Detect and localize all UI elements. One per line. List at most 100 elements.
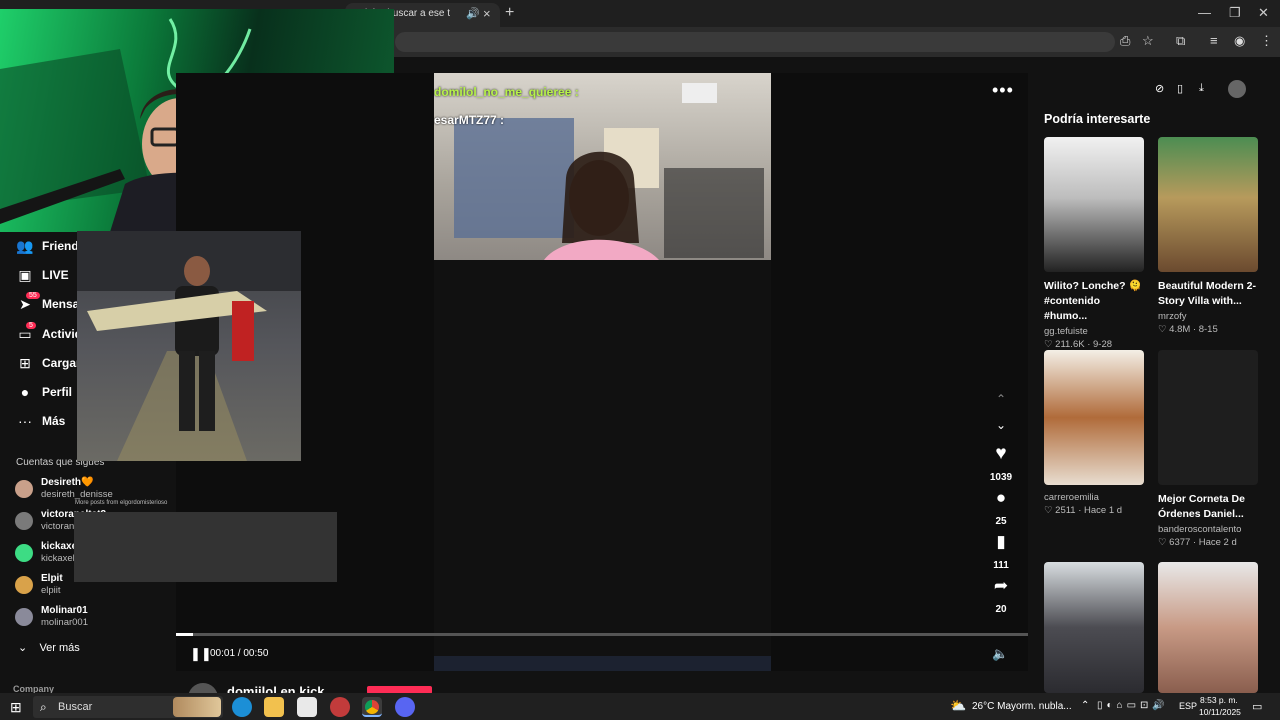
profile-icon: ● [20,384,30,400]
card-title: Beautiful Modern 2-Story Villa with... [1158,280,1257,307]
profile-avatar-icon[interactable]: ◉ [1234,33,1245,49]
edge-browser-icon[interactable] [232,697,252,717]
live-icon: ▣ [18,266,32,283]
close-window-button[interactable]: ✕ [1258,5,1269,21]
compass-icon[interactable]: ⊘ [1155,82,1164,95]
account-handle: elpiit [41,585,61,596]
activity-icon: ▭ 5 [16,321,36,343]
comment-icon[interactable]: ● [986,488,1016,508]
recommended-video-card[interactable]: Beautiful Modern 2-Story Villa with... m… [1158,137,1258,335]
see-more-label: Ver más [39,642,80,654]
avatar [15,544,33,562]
device-icon[interactable]: ▯ [1177,82,1183,95]
account-name: Elpit [41,573,63,584]
recommended-video-card[interactable] [1044,562,1144,693]
card-meta: ♡ 211.6K · 9-28 [1044,339,1113,350]
weather-text[interactable]: 26°C Mayorm. nubla... [972,701,1072,712]
messages-icon: ➤ 55 [16,291,40,313]
file-explorer-icon[interactable] [264,697,284,717]
sidebar-item-label: Perfil [42,385,73,399]
save-count: 111 [993,560,1009,571]
video-frame[interactable]: domilol_no_me_quieree : esarMTZ77 : [434,73,771,671]
video-progress-bar[interactable] [176,633,1028,636]
taskbar-date[interactable]: 10/11/2025 [1199,707,1241,717]
recommended-video-card[interactable]: Mejor Corneta De Órdenes Daniel... bande… [1158,350,1258,548]
recommended-video-card[interactable]: Wilito? Lonche? 🫠 #contenido #humo... gg… [1044,137,1144,350]
video-inner-taskbar [434,656,771,671]
user-avatar[interactable] [1228,80,1246,98]
video-time: 00:01 / 00:50 [210,648,269,659]
more-icon: ··· [18,413,32,429]
card-meta: ♡ 2511 · Hace 1 d [1044,505,1123,516]
video-post-image [77,231,301,461]
activity-badge: 5 [26,321,36,329]
store-icon[interactable] [297,697,317,717]
notification-icon[interactable]: ▭ [1252,700,1262,713]
next-video-icon[interactable]: ⌄ [986,418,1016,432]
share-count: 20 [995,604,1007,615]
video-progress-fill [176,633,193,636]
previous-video-icon[interactable]: ⌃ [986,392,1016,406]
card-title: Mejor Corneta De Órdenes Daniel... [1158,493,1245,520]
comment-count: 25 [995,516,1007,527]
tab-audio-icon[interactable]: 🔊 [466,7,480,20]
minimize-button[interactable]: — [1198,5,1211,20]
card-user: gg.tefuiste [1044,326,1088,337]
video-chat-line: domilol_no_me_quieree : [434,85,579,99]
restore-button[interactable]: ❐ [1229,5,1241,21]
url-input[interactable] [395,32,1115,52]
pause-icon[interactable]: ❚❚ [190,646,212,662]
avatar [15,576,33,594]
recommended-video-card[interactable]: carreroemilia ♡ 2511 · Hace 1 d [1044,350,1144,516]
video-thumbnail [1158,137,1258,272]
volume-icon[interactable]: 🔈 [992,646,1008,662]
discord-icon[interactable] [395,697,415,717]
video-chat-line: esarMTZ77 : [434,113,505,127]
search-icon: ⌕ [40,700,47,714]
followed-account[interactable]: Molinar01 molinar001 [15,605,165,633]
card-user: mrzofy [1158,311,1187,322]
upload-icon: ⊞ [19,354,31,371]
account-handle: molinar001 [41,617,88,628]
app-icon[interactable] [330,697,350,717]
new-tab-button[interactable]: + [505,4,514,22]
card-user: banderoscontalento [1158,524,1242,535]
like-heart-icon[interactable]: ♥ [986,443,1016,465]
taskbar-time[interactable]: 8:53 p. m. [1200,695,1238,705]
sidebar-item-label: LIVE [42,268,69,282]
friends-icon: 👥 [16,237,34,254]
video-scene-graphic [454,83,764,260]
tray-chevron-icon[interactable]: ⌃ [1081,700,1089,711]
share-icon[interactable]: ➦ [986,576,1016,596]
install-app-icon[interactable]: ⎙ [1120,33,1130,49]
bookmark-star-icon[interactable]: ☆ [1142,33,1154,49]
browser-menu-icon[interactable]: ⋮ [1260,33,1273,49]
sidebar-item-label: Más [42,414,66,428]
recommended-video-card[interactable] [1158,562,1258,693]
reading-list-icon[interactable]: ≡ [1210,33,1218,48]
bookmark-icon[interactable]: ▮ [986,532,1016,552]
account-name: Molinar01 [41,605,88,616]
windows-start-icon[interactable]: ⊞ [10,699,22,716]
card-meta: ♡ 4.8M · 8-15 [1158,324,1218,335]
input-language[interactable]: ESP [1179,701,1197,711]
card-user: carreroemilia [1044,492,1099,503]
download-icon[interactable]: ⤓ [1199,82,1204,95]
card-meta: ♡ 6377 · Hace 2 d [1158,537,1237,548]
video-thumbnail [1158,350,1258,485]
weather-cloud-icon: ⛅ [950,698,967,713]
tab-close-icon[interactable]: × [483,6,491,21]
avatar [15,608,33,626]
card-title: Wilito? Lonche? 🫠 #contenido #humo... [1044,280,1142,322]
system-tray-icons[interactable]: ▯◐⌂▭⊡🔊 [1097,700,1169,711]
extensions-icon[interactable]: ⧉ [1176,33,1185,49]
see-more-button[interactable]: ⌄ Ver más [18,641,80,654]
search-highlight-image [173,697,221,717]
chrome-logo [365,700,379,714]
more-options-button[interactable]: ••• [992,80,1014,101]
chrome-browser-icon[interactable] [362,697,382,717]
sidebar-item-label: Cargar [42,356,81,370]
video-thumbnail [1158,562,1258,693]
recommendations-title: Podría interesarte [1044,112,1151,126]
more-posts-label: More posts from elgordomisterioso [75,500,168,506]
